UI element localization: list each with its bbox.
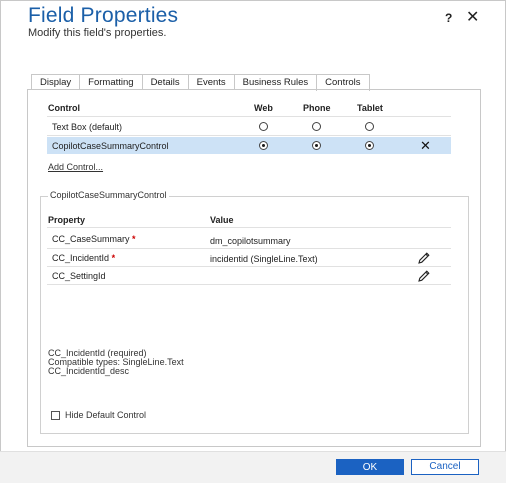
property-description-desc: CC_IncidentId_desc [48, 366, 130, 376]
required-mark: * [111, 253, 116, 263]
control-name-copilot: CopilotCaseSummaryControl [52, 141, 169, 151]
radio-copilot-phone[interactable] [312, 141, 321, 150]
hide-default-label: Hide Default Control [65, 410, 147, 420]
table-divider [47, 116, 451, 117]
dialog-title: Field Properties [28, 4, 179, 27]
pencil-edit-icon[interactable] [417, 251, 431, 265]
table-divider [47, 135, 451, 136]
property-label: CC_SettingId [52, 271, 106, 281]
radio-textbox-web[interactable] [259, 122, 268, 131]
radio-textbox-phone[interactable] [312, 122, 321, 131]
control-name-textbox: Text Box (default) [52, 122, 123, 132]
required-mark: * [132, 234, 136, 244]
property-label: CC_IncidentId [52, 253, 110, 263]
properties-group [40, 196, 469, 434]
tab-business-rules[interactable]: Business Rules [233, 74, 318, 90]
property-name: CC_IncidentId * [52, 253, 115, 263]
column-header-value: Value [210, 215, 234, 225]
tab-bar: Display Formatting Details Events Busine… [31, 74, 370, 91]
property-value: incidentid (SingleLine.Text) [210, 254, 318, 264]
table-divider [47, 248, 451, 249]
help-button[interactable]: ? [445, 11, 452, 25]
cancel-button[interactable]: Cancel [411, 459, 479, 475]
tab-display[interactable]: Display [31, 74, 81, 90]
property-label: CC_CaseSummary [52, 234, 130, 244]
table-divider [47, 266, 451, 267]
radio-textbox-tablet[interactable] [365, 122, 374, 131]
radio-copilot-tablet[interactable] [365, 141, 374, 150]
table-divider [47, 227, 451, 228]
remove-control-icon[interactable]: ✕ [420, 139, 431, 152]
property-name: CC_SettingId [52, 271, 106, 281]
tab-formatting[interactable]: Formatting [79, 74, 143, 90]
ok-button[interactable]: OK [336, 459, 404, 475]
column-header-property: Property [48, 215, 86, 225]
properties-group-title: CopilotCaseSummaryControl [48, 190, 169, 200]
column-header-web: Web [254, 103, 273, 113]
property-value: dm_copilotsummary [210, 236, 291, 246]
close-icon[interactable]: ✕ [466, 7, 479, 27]
tab-details[interactable]: Details [141, 74, 189, 90]
table-divider [47, 284, 451, 285]
property-name: CC_CaseSummary * [52, 234, 136, 244]
radio-copilot-web[interactable] [259, 141, 268, 150]
column-header-control: Control [48, 103, 80, 113]
column-header-tablet: Tablet [357, 103, 383, 113]
pencil-edit-icon[interactable] [417, 269, 431, 283]
column-header-phone: Phone [303, 103, 331, 113]
dialog-subtitle: Modify this field's properties. [28, 27, 167, 39]
tab-events[interactable]: Events [187, 74, 235, 90]
add-control-link[interactable]: Add Control... [48, 162, 103, 172]
hide-default-checkbox[interactable] [51, 411, 60, 420]
